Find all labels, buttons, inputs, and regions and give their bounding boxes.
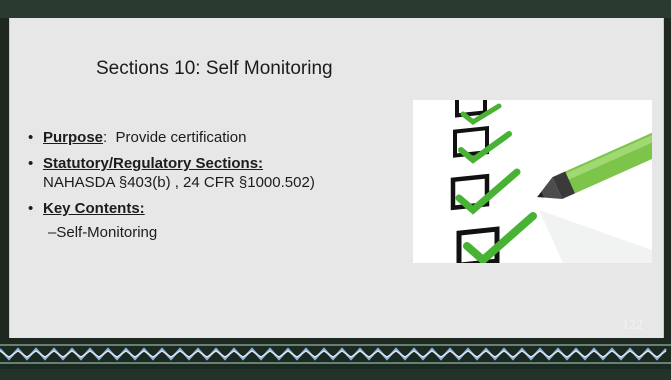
page-number: 122 bbox=[622, 318, 643, 333]
top-band bbox=[0, 0, 671, 18]
zigzag-pattern bbox=[0, 339, 671, 369]
sub-bullet-self-monitoring: –Self-Monitoring bbox=[28, 223, 408, 242]
bullet-statutory: • Statutory/Regulatory Sections: NAHASDA… bbox=[28, 154, 408, 192]
bullet-heading: Statutory/Regulatory Sections: bbox=[43, 155, 264, 172]
bullet-marker: • bbox=[28, 200, 34, 217]
bullet-heading: Key Contents: bbox=[43, 200, 145, 217]
bullet-key-contents: • Key Contents: bbox=[28, 199, 408, 218]
bullet-text: Provide certification bbox=[115, 129, 247, 146]
checklist-illustration bbox=[413, 100, 652, 263]
slide-title: Sections 10: Self Monitoring bbox=[96, 58, 333, 79]
bullet-heading: Purpose bbox=[43, 129, 104, 146]
bottom-band bbox=[0, 369, 671, 380]
checklist-pen-icon bbox=[413, 100, 652, 263]
bullet-text: NAHASDA §403(b) , 24 CFR §1000.502) bbox=[43, 174, 315, 191]
bullet-marker: • bbox=[28, 155, 34, 172]
bullet-marker: • bbox=[28, 129, 34, 146]
zigzag-border bbox=[0, 339, 671, 369]
sub-bullet-text: Self-Monitoring bbox=[56, 224, 158, 241]
bullet-list: • Purpose: Provide certification • Statu… bbox=[28, 128, 408, 242]
slide: Sections 10: Self Monitoring • Purpose: … bbox=[0, 0, 671, 380]
bullet-purpose: • Purpose: Provide certification bbox=[28, 128, 408, 147]
bullet-separator: : bbox=[103, 129, 116, 146]
